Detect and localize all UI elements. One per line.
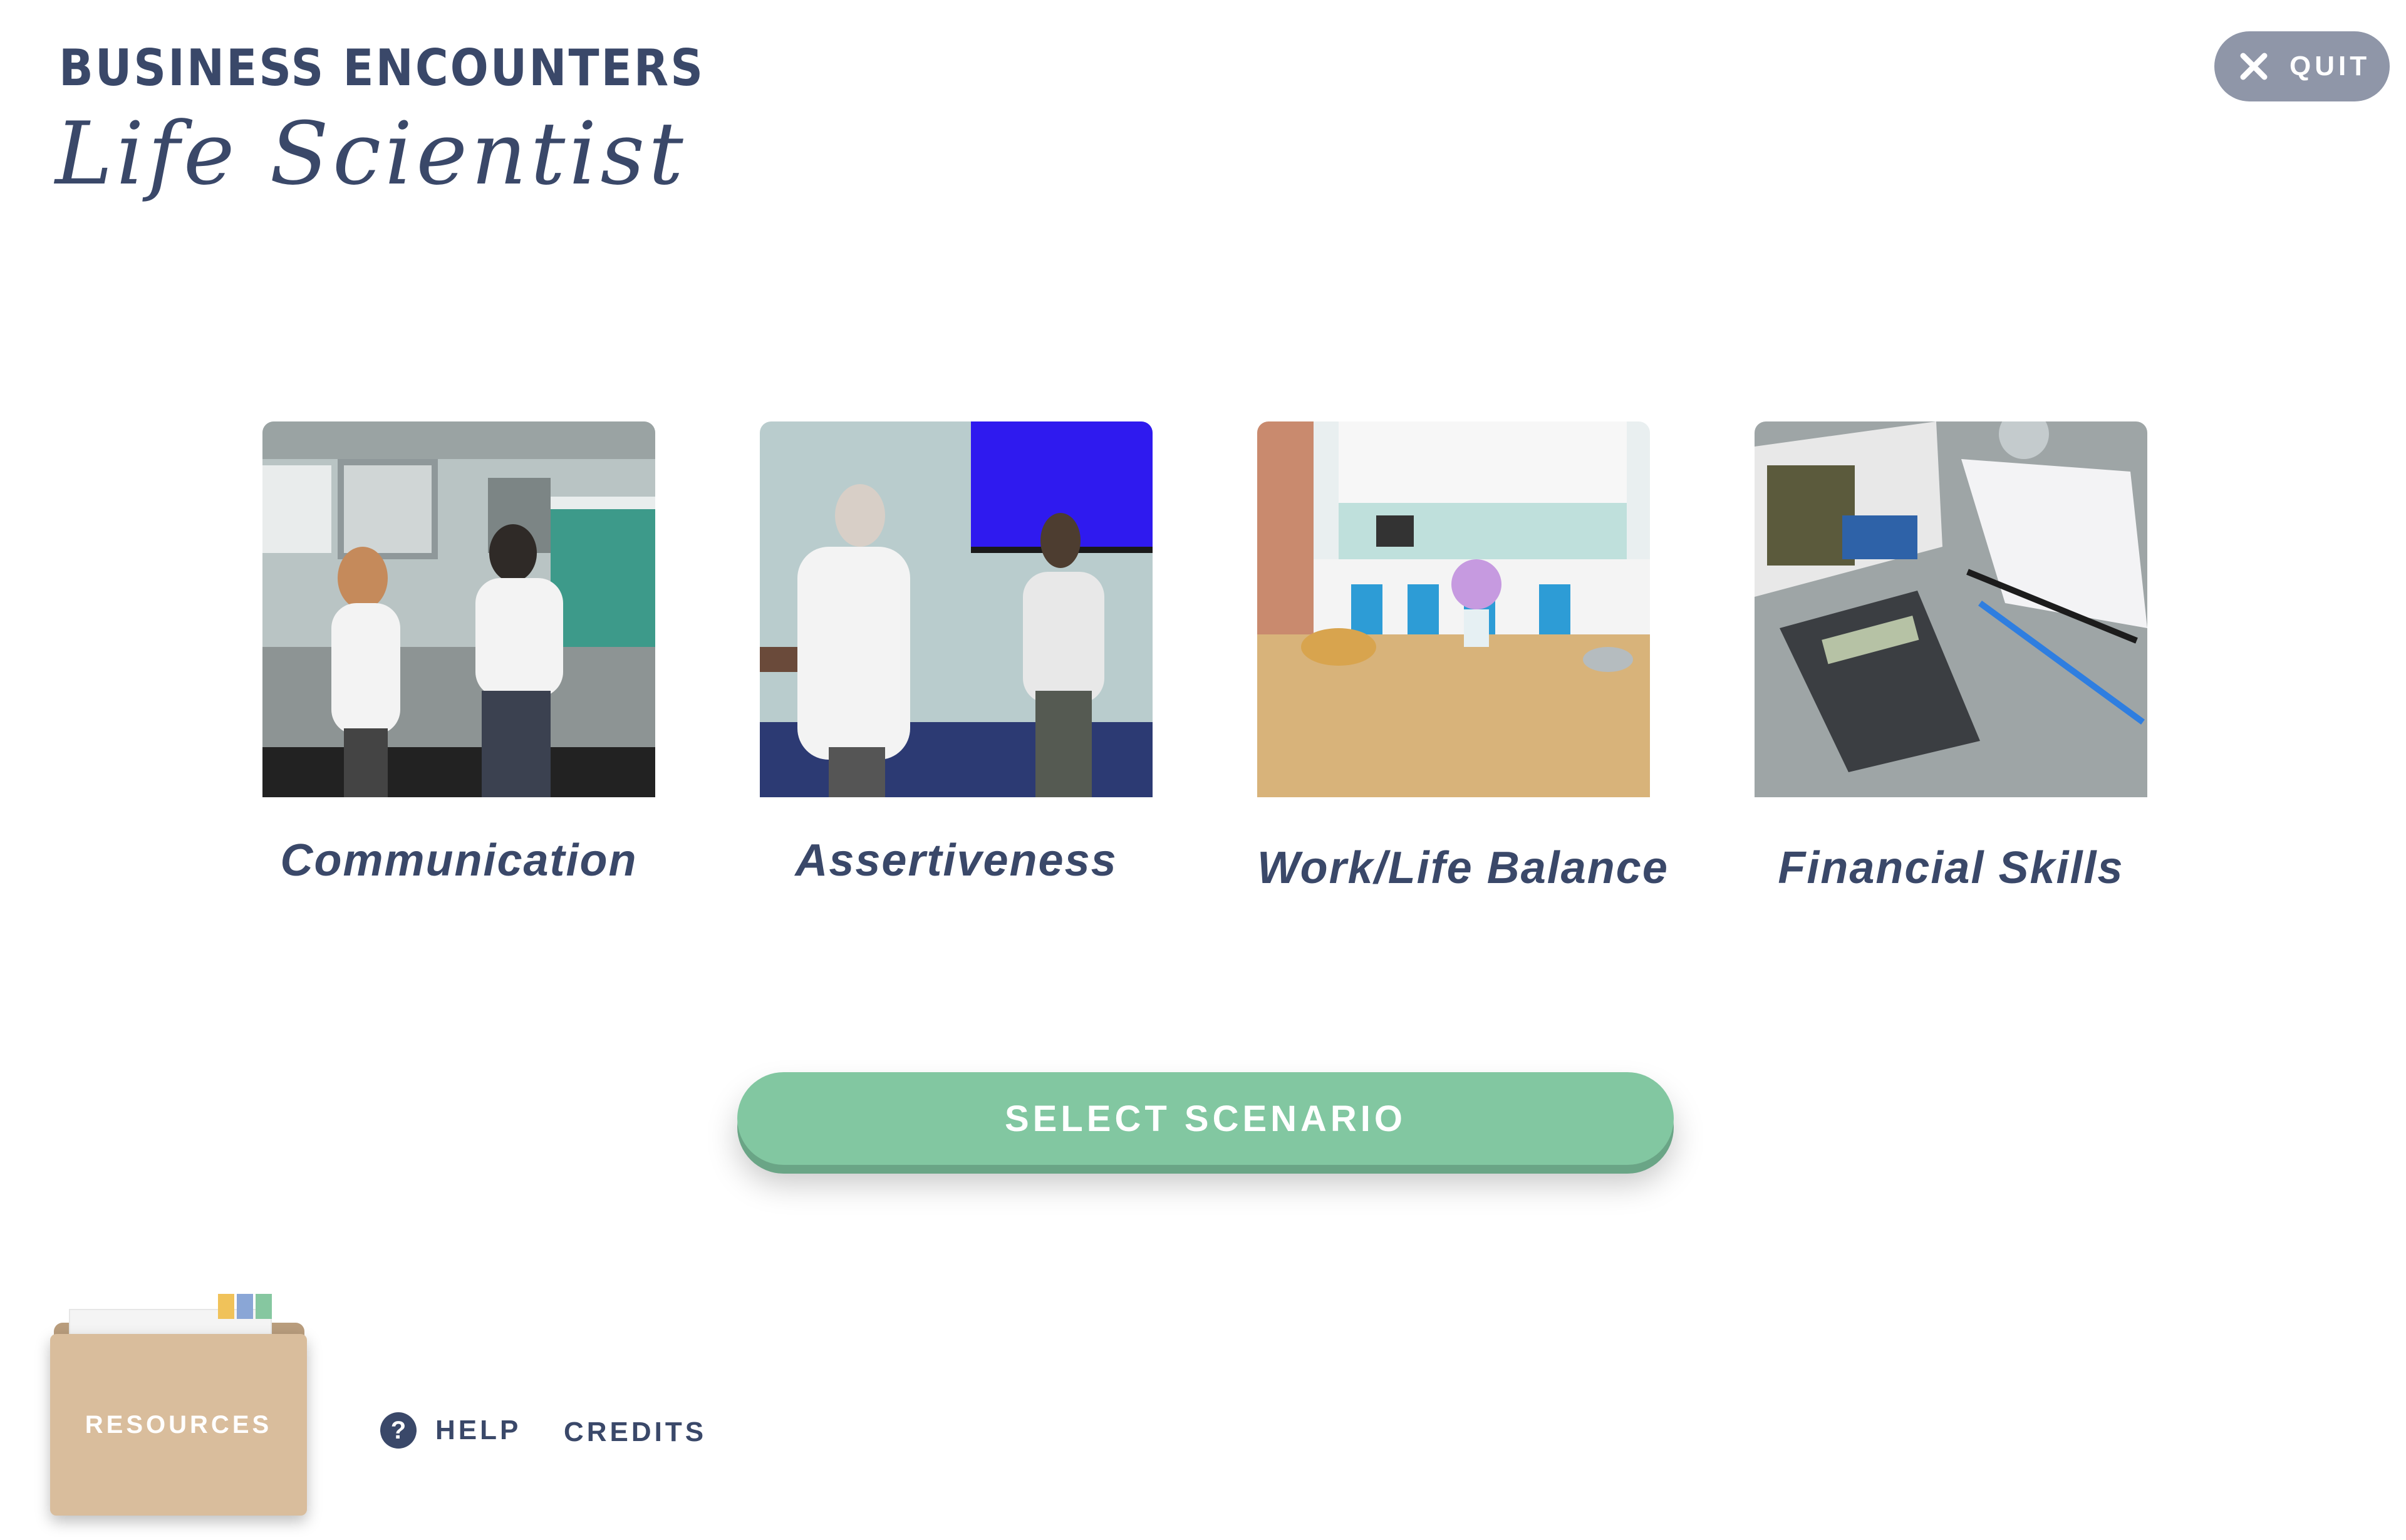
office-conversation-thumbnail xyxy=(760,421,1153,797)
scenario-label-work-life-balance: Work/Life Balance xyxy=(1257,843,1669,893)
lab-conversation-thumbnail xyxy=(262,421,655,797)
scenario-card-assertiveness[interactable]: Assertiveness xyxy=(760,421,1153,886)
folder-tab-blue xyxy=(237,1294,253,1319)
help-icon: ? xyxy=(380,1412,417,1449)
select-scenario-button[interactable]: SELECT SCENARIO xyxy=(737,1072,1674,1165)
help-link[interactable]: ? HELP xyxy=(380,1412,521,1449)
help-label: HELP xyxy=(435,1415,522,1445)
scenario-label-assertiveness: Assertiveness xyxy=(795,835,1117,886)
quit-label: QUIT xyxy=(2289,51,2371,81)
folder-tab-green xyxy=(256,1294,272,1319)
kitchen-table-thumbnail xyxy=(1257,421,1650,797)
scenario-card-work-life-balance[interactable]: Work/Life Balance xyxy=(1257,421,1667,893)
scenario-card-communication[interactable]: Communication xyxy=(262,421,655,886)
close-icon xyxy=(2240,53,2268,80)
resources-label: RESOURCES xyxy=(85,1410,272,1439)
folder-tab-yellow xyxy=(218,1294,234,1319)
credits-link[interactable]: CREDITS xyxy=(564,1417,707,1448)
quit-button[interactable]: QUIT xyxy=(2214,31,2390,101)
calculator-desk-thumbnail xyxy=(1755,421,2147,797)
page-title: Life Scientist xyxy=(55,103,687,204)
folder-icon: RESOURCES xyxy=(50,1334,307,1516)
resources-button[interactable]: RESOURCES xyxy=(50,1290,313,1516)
app-brand: BUSINESS ENCOUNTERS xyxy=(59,39,705,97)
scenario-label-financial-skills: Financial Skills xyxy=(1778,843,2124,893)
scenario-label-communication: Communication xyxy=(280,835,638,886)
scenario-card-financial-skills[interactable]: Financial Skills xyxy=(1755,421,2147,893)
